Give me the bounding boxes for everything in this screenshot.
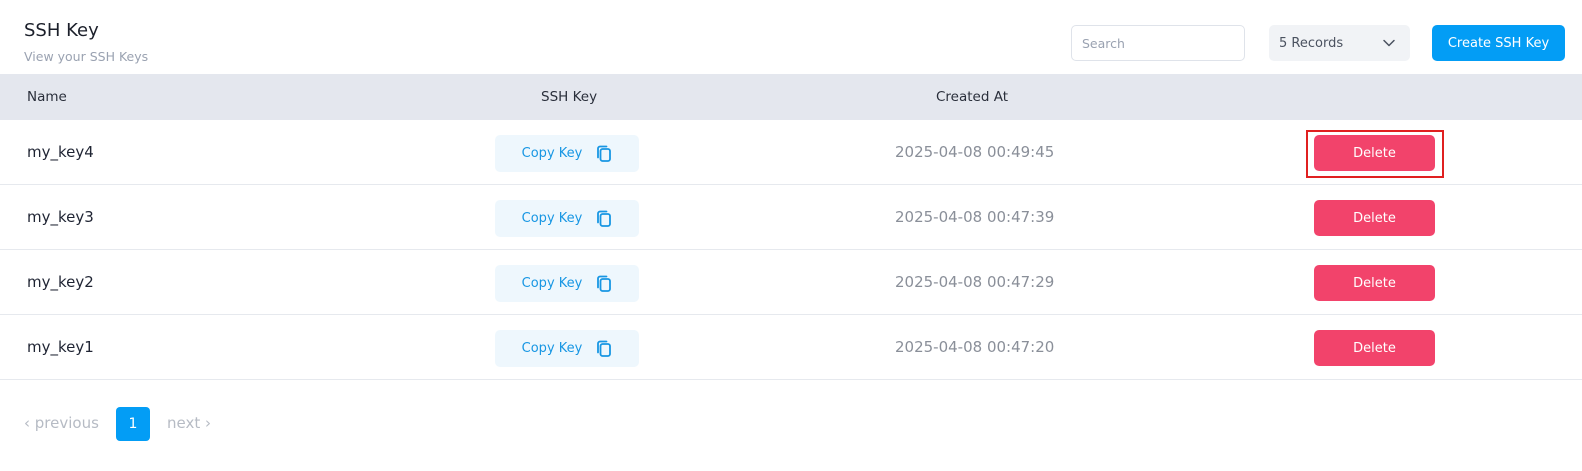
- column-header-name: Name: [27, 89, 67, 105]
- key-name: my_key1: [27, 338, 94, 356]
- delete-button[interactable]: Delete: [1314, 135, 1435, 171]
- key-name: my_key3: [27, 208, 94, 226]
- search-input[interactable]: [1071, 25, 1245, 61]
- copy-icon: [597, 340, 612, 357]
- records-select-value: 5 Records: [1279, 35, 1344, 51]
- copy-icon: [597, 210, 612, 227]
- pagination: ‹ previous 1 next ›: [24, 407, 324, 441]
- next-page-link[interactable]: next ›: [167, 414, 211, 432]
- table-row: my_key1 Copy Key 2025-04-08 00:47:20 Del…: [0, 315, 1582, 380]
- created-at: 2025-04-08 00:47:20: [895, 338, 1055, 356]
- delete-button[interactable]: Delete: [1314, 265, 1435, 301]
- copy-key-button[interactable]: Copy Key: [495, 135, 639, 172]
- previous-page-link[interactable]: ‹ previous: [24, 414, 99, 432]
- page-header: SSH Key View your SSH Keys 5 Records Cre…: [0, 0, 1582, 74]
- copy-key-button[interactable]: Copy Key: [495, 200, 639, 237]
- copy-key-button[interactable]: Copy Key: [495, 265, 639, 302]
- table-body: my_key4 Copy Key 2025-04-08 00:49:45 Del…: [0, 120, 1582, 380]
- created-at: 2025-04-08 00:47:29: [895, 273, 1055, 291]
- records-per-page-select[interactable]: 5 Records: [1269, 25, 1410, 61]
- create-ssh-key-button[interactable]: Create SSH Key: [1432, 25, 1565, 61]
- copy-key-label: Copy Key: [521, 341, 583, 356]
- key-name: my_key4: [27, 143, 94, 161]
- table-row: my_key3 Copy Key 2025-04-08 00:47:39 Del…: [0, 185, 1582, 250]
- page-number-button[interactable]: 1: [116, 407, 150, 441]
- table-row: my_key4 Copy Key 2025-04-08 00:49:45 Del…: [0, 120, 1582, 185]
- delete-button[interactable]: Delete: [1314, 330, 1435, 366]
- copy-key-button[interactable]: Copy Key: [495, 330, 639, 367]
- copy-icon: [597, 145, 612, 162]
- copy-key-label: Copy Key: [521, 276, 583, 291]
- table-row: my_key2 Copy Key 2025-04-08 00:47:29 Del…: [0, 250, 1582, 315]
- column-header-created-at: Created At: [936, 89, 1009, 105]
- column-header-ssh-key: SSH Key: [541, 89, 598, 105]
- page-subtitle: View your SSH Keys: [24, 49, 149, 64]
- copy-key-label: Copy Key: [521, 211, 583, 226]
- copy-key-label: Copy Key: [521, 146, 583, 161]
- page-title: SSH Key: [24, 20, 99, 41]
- created-at: 2025-04-08 00:49:45: [895, 143, 1055, 161]
- key-name: my_key2: [27, 273, 94, 291]
- table-header: Name SSH Key Created At: [0, 74, 1582, 120]
- copy-icon: [597, 275, 612, 292]
- created-at: 2025-04-08 00:47:39: [895, 208, 1055, 226]
- delete-button[interactable]: Delete: [1314, 200, 1435, 236]
- chevron-down-icon: [1383, 39, 1395, 47]
